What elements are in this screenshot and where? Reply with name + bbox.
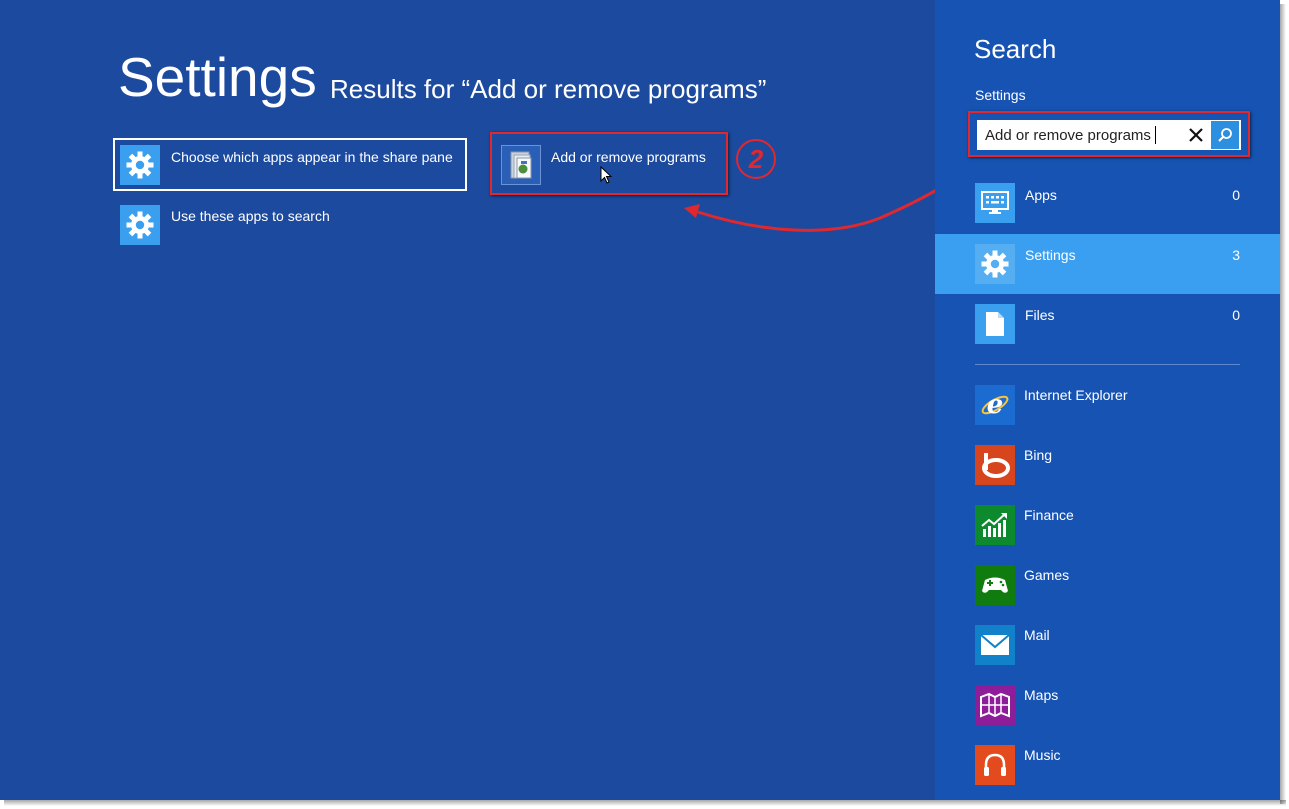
result-item-search-apps[interactable]: Use these apps to search bbox=[113, 198, 467, 251]
scope-item-apps[interactable]: Apps 0 bbox=[935, 175, 1280, 235]
charm-scope-label: Settings bbox=[975, 87, 1026, 103]
mail-icon bbox=[975, 625, 1015, 665]
app-label: Finance bbox=[1024, 507, 1074, 523]
search-input[interactable] bbox=[985, 125, 1175, 145]
search-button[interactable] bbox=[1211, 121, 1239, 149]
music-icon bbox=[975, 745, 1015, 785]
frame-shadow bbox=[4, 800, 1286, 806]
result-label: Choose which apps appear in the share pa… bbox=[171, 149, 453, 165]
app-item-games[interactable]: Games bbox=[935, 562, 1280, 622]
app-item-maps[interactable]: Maps bbox=[935, 682, 1280, 742]
svg-text:e: e bbox=[987, 390, 1004, 420]
internet-explorer-icon: e bbox=[975, 385, 1015, 425]
gear-icon bbox=[975, 244, 1015, 284]
app-item-music[interactable]: Music bbox=[935, 742, 1280, 800]
apps-keyboard-icon bbox=[975, 183, 1015, 223]
app-label: Music bbox=[1024, 747, 1061, 763]
page-title: Settings bbox=[118, 46, 317, 108]
scope-count: 3 bbox=[1232, 247, 1240, 263]
text-caret bbox=[1155, 126, 1156, 144]
step-number-badge: 2 bbox=[736, 139, 776, 179]
file-icon bbox=[975, 304, 1015, 344]
search-box bbox=[977, 120, 1241, 150]
result-label: Add or remove programs bbox=[551, 149, 706, 165]
scope-label: Apps bbox=[1025, 187, 1057, 203]
scope-item-settings[interactable]: Settings 3 bbox=[935, 234, 1280, 294]
windows-search-screen: Settings Results for “Add or remove prog… bbox=[0, 0, 1280, 800]
scope-item-files[interactable]: Files 0 bbox=[935, 294, 1280, 354]
scope-count: 0 bbox=[1232, 187, 1240, 203]
search-box-highlight bbox=[968, 111, 1250, 157]
app-item-internet-explorer[interactable]: e Internet Explorer bbox=[935, 382, 1280, 442]
charm-title: Search bbox=[974, 34, 1057, 64]
result-item-share-pane[interactable]: Choose which apps appear in the share pa… bbox=[113, 138, 467, 191]
app-item-mail[interactable]: Mail bbox=[935, 622, 1280, 682]
programs-icon bbox=[501, 145, 541, 185]
app-label: Mail bbox=[1024, 627, 1050, 643]
scope-count: 0 bbox=[1232, 307, 1240, 323]
gear-icon bbox=[120, 205, 160, 245]
frame-shadow bbox=[1280, 4, 1286, 804]
app-label: Internet Explorer bbox=[1024, 387, 1128, 403]
finance-icon bbox=[975, 505, 1015, 545]
app-item-bing[interactable]: Bing bbox=[935, 442, 1280, 502]
app-label: Maps bbox=[1024, 687, 1059, 703]
search-charm-pane: Search Settings Apps 0 bbox=[935, 0, 1280, 800]
app-label: Bing bbox=[1024, 447, 1053, 463]
maps-icon bbox=[975, 685, 1015, 725]
mouse-cursor-icon bbox=[600, 166, 612, 184]
games-icon bbox=[975, 565, 1015, 605]
pane-divider bbox=[975, 364, 1240, 365]
clear-search-button[interactable] bbox=[1185, 124, 1207, 146]
app-label: Games bbox=[1024, 567, 1070, 583]
result-item-add-remove-programs[interactable]: Add or remove programs bbox=[490, 132, 728, 195]
close-icon bbox=[1189, 128, 1203, 142]
scope-label: Files bbox=[1025, 307, 1055, 323]
scope-label: Settings bbox=[1025, 247, 1076, 263]
results-subtitle: Results for “Add or remove programs” bbox=[330, 74, 767, 104]
gear-icon bbox=[120, 145, 160, 185]
app-item-finance[interactable]: Finance bbox=[935, 502, 1280, 562]
result-label: Use these apps to search bbox=[171, 208, 330, 224]
magnifier-icon bbox=[1218, 128, 1232, 142]
bing-icon bbox=[975, 445, 1015, 485]
